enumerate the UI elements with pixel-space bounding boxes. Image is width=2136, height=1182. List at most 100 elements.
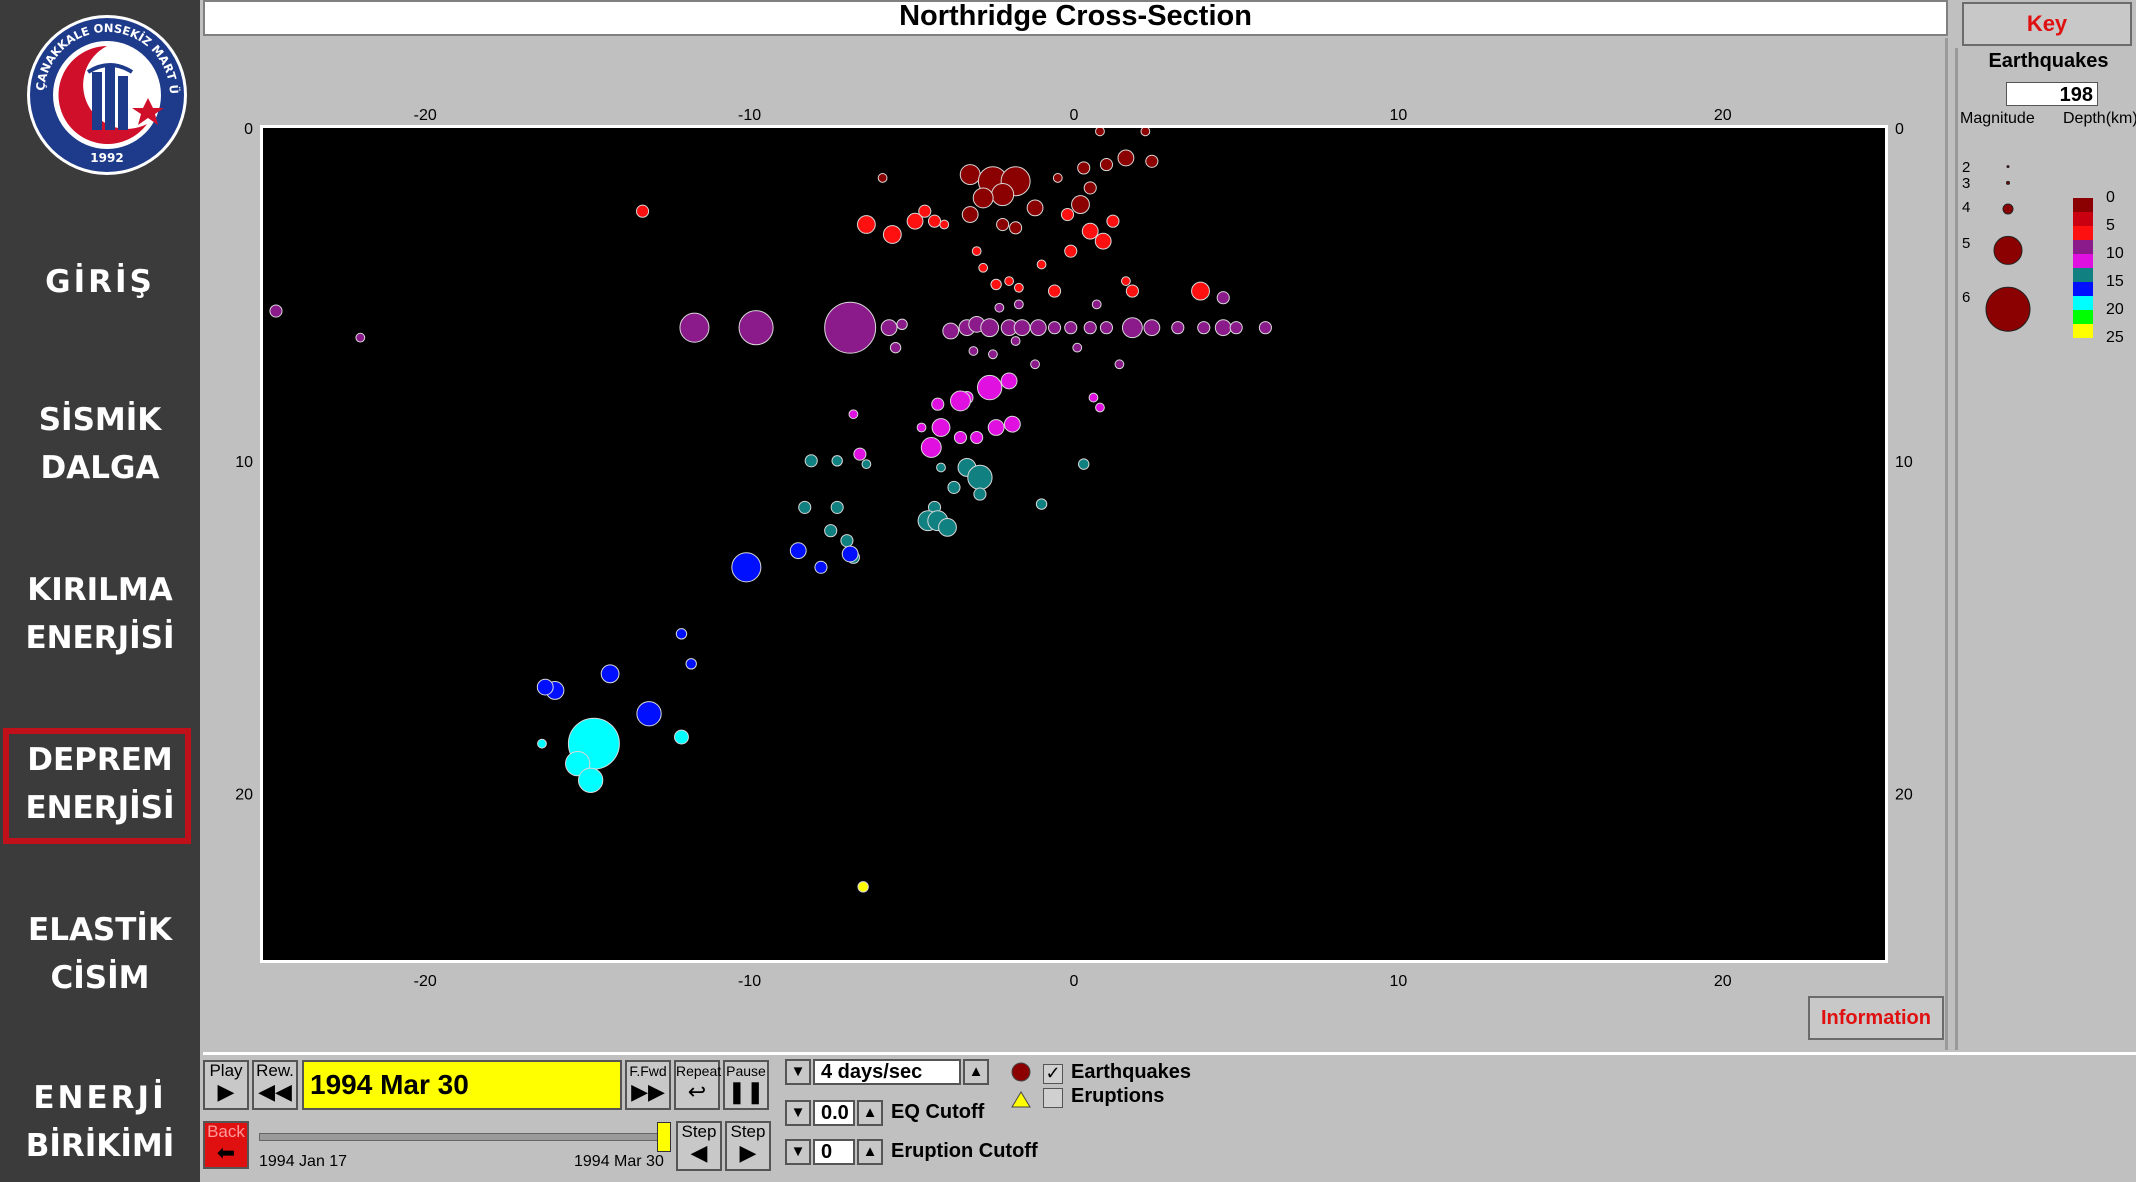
timeline-slider[interactable] [259,1133,671,1141]
earthquake-point [889,341,902,354]
eruption-cutoff-up-button[interactable]: ▲ [857,1139,883,1165]
earthquake-point [1064,321,1078,335]
earthquake-point [738,310,774,346]
eq-cutoff-up-button[interactable]: ▲ [857,1100,883,1126]
earthquake-point [537,738,547,749]
magnitude-label: 2 [1962,159,1970,176]
speed-value: 4 days/sec [813,1059,961,1085]
fast-forward-icon: ▶▶ [631,1079,665,1104]
earthquake-point [731,552,762,583]
step-back-button[interactable]: Step ◀ [676,1121,722,1171]
depth-color-swatch [2073,268,2093,282]
pause-icon: ❚❚ [727,1079,765,1104]
eq-cutoff-down-button[interactable]: ▼ [785,1100,811,1126]
earthquake-point [994,302,1005,313]
eruption-cutoff-label: Eruption Cutoff [891,1140,1038,1162]
earthquake-point [1145,154,1159,168]
earthquake-point [1009,221,1023,235]
earthquake-point [938,517,957,537]
earthquake-point [877,173,888,183]
earthquakes-toggle-label: Earthquakes [1071,1061,1192,1083]
earthquake-point [674,729,689,745]
nav-elastik-cisim[interactable]: ELASTİK CİSİM [0,906,200,1002]
earthquake-point [675,628,688,640]
earthquake-point [536,678,554,696]
x-tick-label-bottom: 0 [1070,973,1079,990]
earthquake-point [1095,128,1105,137]
nav-label-line1: ENERJİ [33,1080,167,1116]
fast-forward-button[interactable]: F.Fwd ▶▶ [625,1060,671,1110]
nav-label-line2: CİSİM [50,960,150,996]
depth-color-swatch [2073,254,2093,268]
earthquake-point [988,349,998,360]
earthquake-point [804,454,818,468]
earthquake-point [971,246,982,257]
speed-down-button[interactable]: ▼ [785,1059,811,1085]
y-tick-label-right: 20 [1895,787,1913,804]
earthquake-point [896,318,908,331]
depth-color-swatch [2073,282,2093,296]
nav-kirilma-enerjisi[interactable]: KIRILMA ENERJİSİ [0,566,200,662]
earthquake-point [950,390,971,412]
nav-sismik-dalga[interactable]: SİSMİK DALGA [0,396,200,492]
earthquake-point [916,422,927,433]
earthquake-point [936,462,946,473]
earthquake-point [990,278,1002,291]
earthquake-point [1077,161,1091,175]
depth-label: 10 [2106,245,2124,262]
key-panel: Earthquakes 198 Magnitude Depth(km) 23 4 5… [1955,48,2136,1050]
depth-label: 25 [2106,329,2124,346]
earthquake-point [1060,207,1075,222]
nav-deprem-enerjisi[interactable]: DEPREM ENERJİSİ [0,736,200,832]
earthquake-point [1081,222,1099,240]
magnitude-symbol [2006,165,2010,169]
earthquake-point [1121,276,1131,286]
step-forward-icon: ▶ [739,1140,757,1165]
earthquakes-checkbox[interactable]: ✓ [1043,1064,1063,1084]
earthquake-point [1088,392,1099,403]
earthquake-point [1117,149,1135,167]
pause-button[interactable]: Pause ❚❚ [723,1060,769,1110]
rewind-button[interactable]: Rew. ◀◀ [252,1060,298,1110]
timeline-slider-thumb[interactable] [657,1122,671,1152]
nav-enerji-birikimi[interactable]: ENERJİ BİRİKİMİ [0,1074,200,1170]
earthquake-point [841,545,859,563]
earthquake-point [980,318,1000,338]
earthquake-point [931,397,945,411]
earthquake-point [1121,317,1143,339]
earthquake-point [848,409,859,420]
key-button[interactable]: Key [1962,2,2132,46]
play-button[interactable]: Play ▶ [203,1060,249,1110]
y-tick-label-right: 10 [1895,454,1913,471]
earthquake-point [1036,259,1047,270]
speed-up-button[interactable]: ▲ [963,1059,989,1085]
information-button[interactable]: Information [1808,996,1944,1040]
earthquake-point [798,500,812,514]
magnitude-label: 6 [1962,289,1970,306]
back-button[interactable]: Back ⬅ [203,1121,249,1169]
nav-label-line1: KIRILMA [27,572,173,608]
earthquake-point [1171,321,1185,335]
eruption-cutoff-down-button[interactable]: ▼ [785,1139,811,1165]
earthquake-point [679,312,710,343]
earthquake-point [931,418,951,437]
earthquake-point [853,447,867,461]
earthquake-point [1083,181,1097,195]
earthquake-point [880,319,898,337]
depth-label: 5 [2106,217,2115,234]
earthquake-point [824,524,838,538]
step-forward-button[interactable]: Step ▶ [725,1121,771,1171]
eq-cutoff-label: EQ Cutoff [891,1101,985,1123]
earthquake-point [856,215,876,234]
depth-label: 15 [2106,273,2124,290]
y-tick-label-left: 10 [235,454,253,471]
earthquake-point [861,459,872,470]
magnitude-header: Magnitude [1960,110,2035,127]
earthquake-point [1106,214,1120,228]
repeat-button[interactable]: Repeat ↩ [674,1060,721,1110]
university-logo: ÇANAKKALE ONSEKİZ MART ÜNİVERSİTESİ 1992 [22,10,187,175]
nav-giris[interactable]: GİRİŞ [0,258,200,306]
eruptions-checkbox[interactable] [1043,1088,1063,1108]
earthquake-point [1140,128,1151,137]
back-arrow-icon: ⬅ [216,1140,236,1165]
